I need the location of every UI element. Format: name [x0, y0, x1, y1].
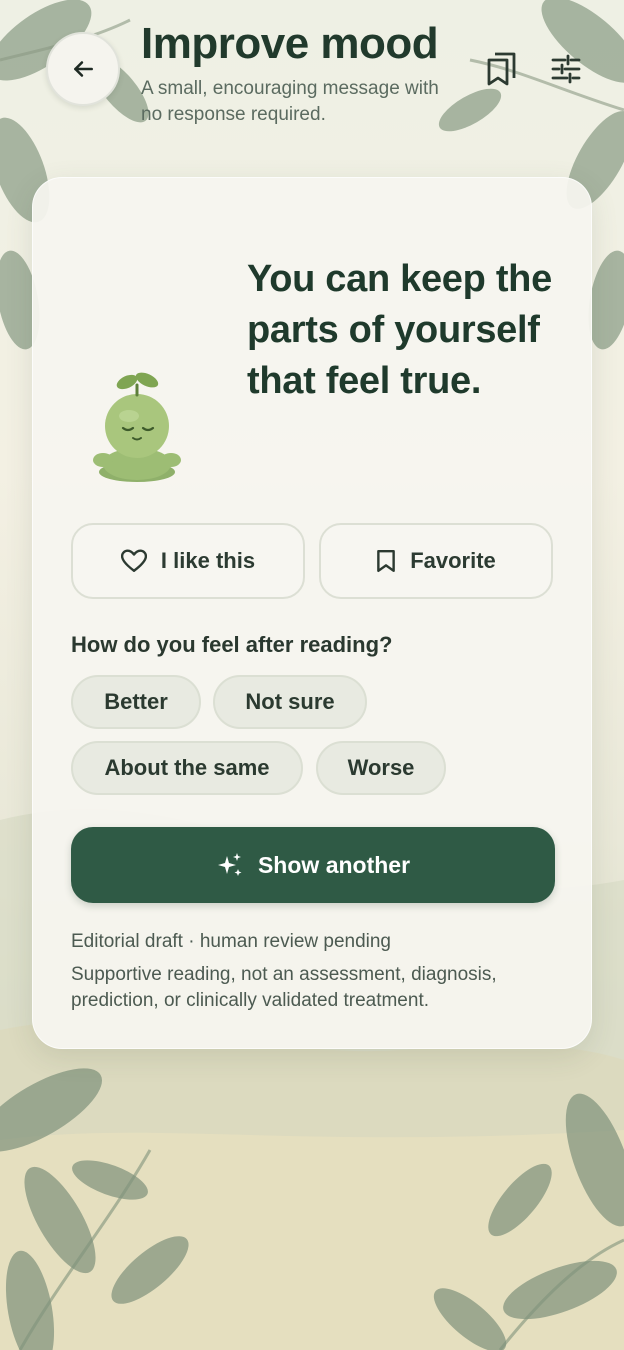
saved-messages-button[interactable] — [484, 50, 520, 88]
feeling-chip-about-the-same[interactable]: About the same — [71, 741, 303, 795]
like-button[interactable]: I like this — [71, 523, 305, 599]
reaction-actions: I like this Favorite — [71, 523, 555, 601]
encouraging-message: You can keep the parts of yourself that … — [247, 258, 552, 402]
arrow-left-icon — [74, 61, 93, 77]
back-button[interactable] — [46, 32, 120, 106]
page-subtitle: A small, encouraging message with no res… — [141, 78, 439, 125]
tune-icon — [551, 54, 581, 84]
feeling-chip-better[interactable]: Better — [71, 675, 201, 729]
like-label: I like this — [160, 548, 256, 573]
bookmark-icon — [377, 549, 396, 573]
favorite-label: Favorite — [410, 548, 496, 573]
show-another-label: Show another — [257, 851, 411, 878]
editorial-note: Editorial draft · human review pending — [71, 931, 392, 952]
page-title: Improve mood — [141, 19, 439, 68]
feeling-question: How do you feel after reading? — [71, 632, 393, 657]
app-header: Improve mood A small, encouraging messag… — [0, 0, 624, 160]
sparkles-icon — [217, 853, 242, 876]
message-hero: You can keep the parts of yourself that … — [33, 178, 593, 508]
feeling-chip-worse[interactable]: Worse — [316, 741, 446, 795]
message-card: You can keep the parts of yourself that … — [32, 177, 592, 1049]
disclaimer-text: Supportive reading, not an assessment, d… — [71, 964, 497, 1011]
feeling-chip-not-sure[interactable]: Not sure — [213, 675, 367, 729]
show-another-button[interactable]: Show another — [71, 827, 555, 903]
meditating-mascot-icon — [93, 372, 181, 482]
settings-button[interactable] — [548, 50, 584, 88]
favorite-button[interactable]: Favorite — [319, 523, 553, 599]
bookmarks-icon — [487, 52, 516, 86]
heart-icon — [120, 549, 147, 572]
